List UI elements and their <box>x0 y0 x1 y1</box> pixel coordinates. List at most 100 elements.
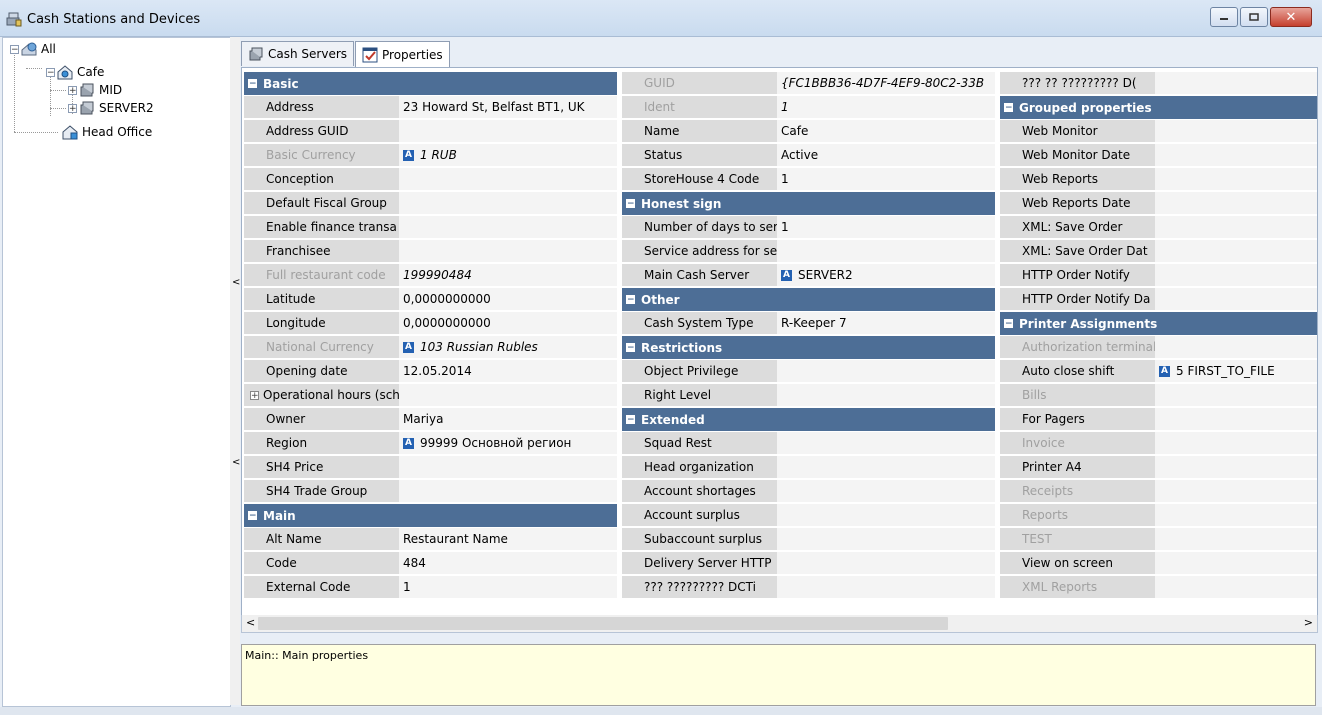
property-value[interactable]: A SERVER2 <box>777 264 995 287</box>
panel-splitter[interactable]: < < <box>230 37 240 705</box>
property-row[interactable]: Bills <box>1000 384 1317 408</box>
section-header[interactable]: − Basic <box>244 72 617 96</box>
property-row[interactable]: Delivery Server HTTP <box>622 552 995 576</box>
close-button[interactable]: ✕ <box>1270 7 1312 27</box>
property-row[interactable]: StoreHouse 4 Code 1 <box>622 168 995 192</box>
maximize-button[interactable] <box>1240 7 1268 27</box>
property-value[interactable]: 1 <box>777 216 995 239</box>
property-value[interactable] <box>399 480 617 503</box>
property-value[interactable] <box>1155 264 1317 287</box>
property-row[interactable]: SH4 Trade Group <box>244 480 617 504</box>
property-row[interactable]: Owner Mariya <box>244 408 617 432</box>
property-value[interactable]: A 103 Russian Rubles <box>399 336 617 359</box>
tree-item-all[interactable]: − All <box>10 40 56 58</box>
property-value[interactable] <box>1155 72 1317 95</box>
property-value[interactable] <box>777 504 995 527</box>
section-header[interactable]: − Grouped properties <box>1000 96 1317 120</box>
tab-cash-servers[interactable]: Cash Servers <box>241 41 355 66</box>
property-row[interactable]: + Operational hours (sch <box>244 384 617 408</box>
section-header[interactable]: − Extended <box>622 408 995 432</box>
collapse-icon[interactable]: − <box>248 79 257 89</box>
tree-item-mid[interactable]: + MID <box>68 81 122 99</box>
property-row[interactable]: Web Monitor <box>1000 120 1317 144</box>
collapse-left-icon[interactable]: < <box>232 457 240 468</box>
horizontal-scrollbar[interactable]: < > <box>241 615 1318 633</box>
property-row[interactable]: Auto close shift A 5 FIRST_TO_FILE <box>1000 360 1317 384</box>
property-row[interactable]: Status Active <box>622 144 995 168</box>
property-value[interactable] <box>777 360 995 383</box>
property-row[interactable]: Full restaurant code 199990484 <box>244 264 617 288</box>
property-value[interactable] <box>399 384 617 407</box>
section-header[interactable]: − Honest sign <box>622 192 995 216</box>
property-row[interactable]: Region A 99999 Основной регион <box>244 432 617 456</box>
property-value[interactable] <box>1155 144 1317 167</box>
expand-icon[interactable]: + <box>68 85 77 95</box>
property-row[interactable]: Web Reports <box>1000 168 1317 192</box>
property-row[interactable]: View on screen <box>1000 552 1317 576</box>
property-row[interactable]: TEST <box>1000 528 1317 552</box>
scrollbar-thumb[interactable] <box>258 617 948 630</box>
property-value[interactable]: 23 Howard St, Belfast BT1, UK <box>399 96 617 119</box>
tab-properties[interactable]: Properties <box>355 41 450 68</box>
property-row[interactable]: Web Monitor Date <box>1000 144 1317 168</box>
property-value[interactable] <box>1155 336 1317 359</box>
property-row[interactable]: XML Reports <box>1000 576 1317 600</box>
expand-icon[interactable]: + <box>250 390 259 400</box>
property-value[interactable] <box>1155 216 1317 239</box>
tree-item-cafe[interactable]: − Cafe <box>46 63 104 81</box>
property-row[interactable]: Name Cafe <box>622 120 995 144</box>
property-row[interactable]: Conception <box>244 168 617 192</box>
property-row[interactable]: Franchisee <box>244 240 617 264</box>
property-value[interactable] <box>1155 192 1317 215</box>
property-row[interactable]: Ident 1 <box>622 96 995 120</box>
property-row[interactable]: Printer A4 <box>1000 456 1317 480</box>
property-row[interactable]: National Currency A 103 Russian Rubles <box>244 336 617 360</box>
property-row[interactable]: Address GUID <box>244 120 617 144</box>
section-header[interactable]: − Main <box>244 504 617 528</box>
property-value[interactable] <box>1155 168 1317 191</box>
property-value[interactable]: Restaurant Name <box>399 528 617 551</box>
property-row[interactable]: Receipts <box>1000 480 1317 504</box>
collapse-icon[interactable]: − <box>1004 103 1013 113</box>
property-row[interactable]: Squad Rest <box>622 432 995 456</box>
property-row[interactable]: For Pagers <box>1000 408 1317 432</box>
collapse-icon[interactable]: − <box>626 415 635 425</box>
section-header[interactable]: − Other <box>622 288 995 312</box>
property-value[interactable]: Cafe <box>777 120 995 143</box>
property-value[interactable]: 0,0000000000 <box>399 288 617 311</box>
scroll-left-icon[interactable]: < <box>246 616 255 629</box>
property-row[interactable]: Address 23 Howard St, Belfast BT1, UK <box>244 96 617 120</box>
property-value[interactable] <box>777 384 995 407</box>
tree-item-server2[interactable]: + SERVER2 <box>68 99 154 117</box>
collapse-icon[interactable]: − <box>626 343 635 353</box>
property-value[interactable]: A 99999 Основной регион <box>399 432 617 455</box>
collapse-icon[interactable]: − <box>248 511 257 521</box>
property-row[interactable]: Latitude 0,0000000000 <box>244 288 617 312</box>
property-value[interactable] <box>1155 240 1317 263</box>
property-row[interactable]: GUID {FC1BBB36-4D7F-4EF9-80C2-33B <box>622 72 995 96</box>
property-row[interactable]: Code 484 <box>244 552 617 576</box>
collapse-icon[interactable]: − <box>46 67 55 77</box>
property-value[interactable] <box>399 192 617 215</box>
property-value[interactable] <box>1155 288 1317 311</box>
property-value[interactable]: 484 <box>399 552 617 575</box>
property-value[interactable] <box>777 456 995 479</box>
property-value[interactable]: Active <box>777 144 995 167</box>
property-value[interactable] <box>1155 384 1317 407</box>
minimize-button[interactable] <box>1210 7 1238 27</box>
property-row[interactable]: Invoice <box>1000 432 1317 456</box>
property-row[interactable]: Right Level <box>622 384 995 408</box>
property-row[interactable]: ??? ????????? DCTi <box>622 576 995 600</box>
property-row[interactable]: Alt Name Restaurant Name <box>244 528 617 552</box>
property-row[interactable]: Opening date 12.05.2014 <box>244 360 617 384</box>
property-row[interactable]: Cash System Type R-Keeper 7 <box>622 312 995 336</box>
property-value[interactable]: 1 <box>399 576 617 599</box>
property-row[interactable]: HTTP Order Notify <box>1000 264 1317 288</box>
property-row[interactable]: Account surplus <box>622 504 995 528</box>
property-value[interactable]: A 1 RUB <box>399 144 617 167</box>
property-value[interactable] <box>1155 408 1317 431</box>
scroll-right-icon[interactable]: > <box>1304 616 1313 629</box>
property-value[interactable] <box>399 168 617 191</box>
section-header[interactable]: − Restrictions <box>622 336 995 360</box>
property-value[interactable]: 1 <box>777 96 995 119</box>
